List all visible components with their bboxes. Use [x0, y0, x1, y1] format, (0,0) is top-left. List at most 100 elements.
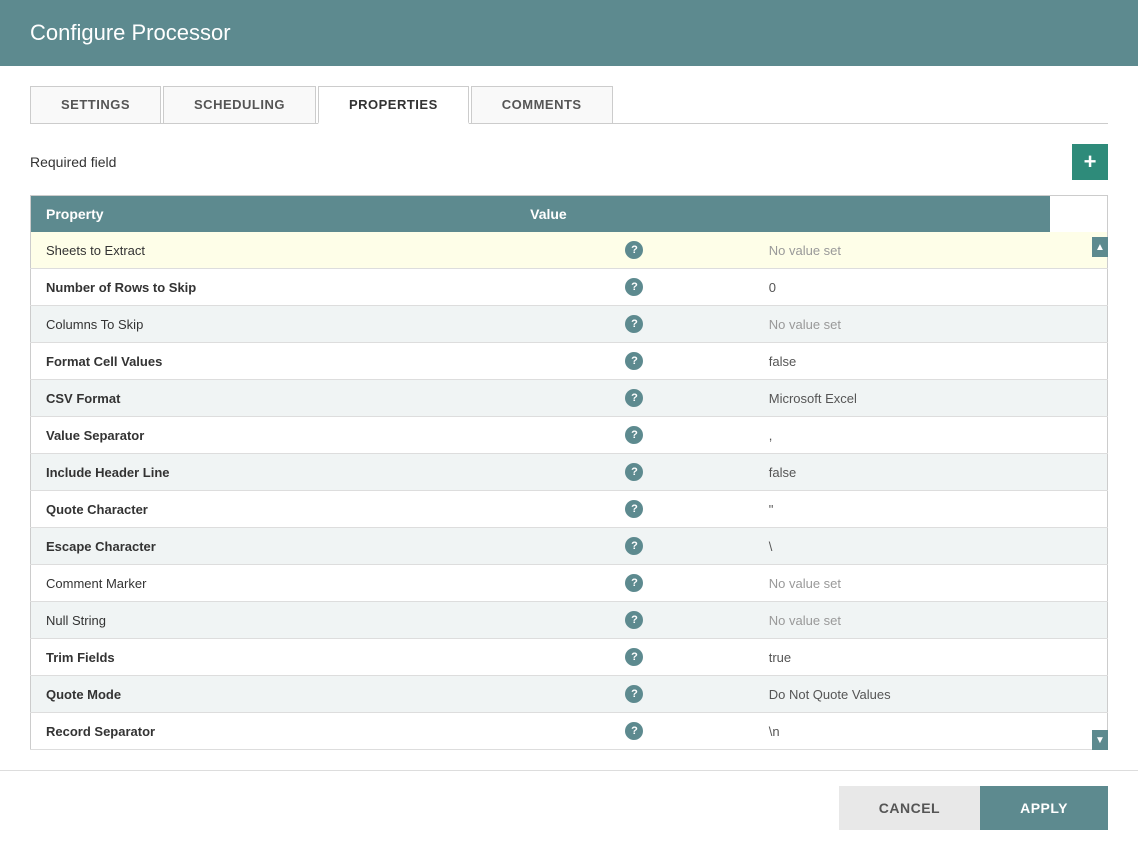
help-icon[interactable]: ? — [625, 426, 643, 444]
scroll-col — [1050, 343, 1107, 380]
property-value-cell: No value set — [754, 306, 1050, 343]
help-icon-cell[interactable]: ? — [515, 380, 754, 417]
property-name-cell: Include Header Line — [31, 454, 516, 491]
help-icon[interactable]: ? — [625, 611, 643, 629]
property-name-cell: Value Separator — [31, 417, 516, 454]
property-value-cell: \n — [754, 713, 1050, 750]
help-icon[interactable]: ? — [625, 463, 643, 481]
main-content: SETTINGS SCHEDULING PROPERTIES COMMENTS … — [0, 66, 1138, 770]
dialog-header: Configure Processor — [0, 0, 1138, 66]
table-row[interactable]: Format Cell Values? false — [31, 343, 1108, 380]
property-value-cell: 0 — [754, 269, 1050, 306]
scroll-col — [1050, 306, 1107, 343]
help-icon-cell[interactable]: ? — [515, 639, 754, 676]
tab-bar: SETTINGS SCHEDULING PROPERTIES COMMENTS — [30, 86, 1108, 124]
table-row[interactable]: Sheets to Extract?No value set — [31, 232, 1108, 269]
help-icon-cell[interactable]: ? — [515, 343, 754, 380]
help-icon-cell[interactable]: ? — [515, 676, 754, 713]
scroll-up-button[interactable]: ▲ — [1092, 237, 1108, 257]
help-icon[interactable]: ? — [625, 722, 643, 740]
help-icon-cell[interactable]: ? — [515, 565, 754, 602]
scroll-col — [1050, 639, 1107, 676]
table-row[interactable]: Escape Character? \ — [31, 528, 1108, 565]
scroll-col — [1050, 565, 1107, 602]
property-name-cell: Trim Fields — [31, 639, 516, 676]
help-icon-cell[interactable]: ? — [515, 269, 754, 306]
help-icon-cell[interactable]: ? — [515, 491, 754, 528]
property-name-cell: Quote Mode — [31, 676, 516, 713]
property-value-cell: false — [754, 343, 1050, 380]
property-name-cell: Record Separator — [31, 713, 516, 750]
property-name-cell: CSV Format — [31, 380, 516, 417]
scroll-col — [1050, 528, 1107, 565]
add-property-button[interactable]: + — [1072, 144, 1108, 180]
help-icon[interactable]: ? — [625, 389, 643, 407]
dialog-footer: CANCEL APPLY — [0, 770, 1138, 845]
cancel-button[interactable]: CANCEL — [839, 786, 980, 830]
scroll-down-button[interactable]: ▼ — [1092, 730, 1108, 750]
column-scroll — [754, 196, 1050, 233]
help-icon-cell[interactable]: ? — [515, 417, 754, 454]
table-row[interactable]: Null String? No value set — [31, 602, 1108, 639]
property-name-cell: Escape Character — [31, 528, 516, 565]
property-value-cell: Do Not Quote Values — [754, 676, 1050, 713]
table-row[interactable]: Record Separator? \n — [31, 713, 1108, 750]
help-icon-cell[interactable]: ? — [515, 528, 754, 565]
column-value: Value — [515, 196, 754, 233]
scroll-col — [1050, 269, 1107, 306]
table-row[interactable]: Include Header Line? false — [31, 454, 1108, 491]
scroll-col — [1050, 491, 1107, 528]
help-icon-cell[interactable]: ? — [515, 306, 754, 343]
tab-comments[interactable]: COMMENTS — [471, 86, 613, 123]
tab-properties[interactable]: PROPERTIES — [318, 86, 469, 124]
property-value-cell: No value set — [754, 565, 1050, 602]
property-name-cell: Null String — [31, 602, 516, 639]
help-icon[interactable]: ? — [625, 685, 643, 703]
help-icon[interactable]: ? — [625, 315, 643, 333]
help-icon-cell[interactable]: ? — [515, 713, 754, 750]
properties-table: Property Value Sheets to Extract?No valu… — [30, 195, 1108, 750]
table-row[interactable]: Quote Character? " — [31, 491, 1108, 528]
scroll-col — [1050, 602, 1107, 639]
scroll-col — [1050, 380, 1107, 417]
property-name-cell: Quote Character — [31, 491, 516, 528]
property-value-cell: No value set — [754, 602, 1050, 639]
help-icon[interactable]: ? — [625, 278, 643, 296]
properties-table-wrapper: Property Value Sheets to Extract?No valu… — [30, 195, 1108, 750]
tab-scheduling[interactable]: SCHEDULING — [163, 86, 316, 123]
tab-settings[interactable]: SETTINGS — [30, 86, 161, 123]
table-row[interactable]: Value Separator?, — [31, 417, 1108, 454]
help-icon-cell[interactable]: ? — [515, 232, 754, 269]
help-icon[interactable]: ? — [625, 648, 643, 666]
apply-button[interactable]: APPLY — [980, 786, 1108, 830]
help-icon[interactable]: ? — [625, 241, 643, 259]
table-header-row: Property Value — [31, 196, 1108, 233]
help-icon-cell[interactable]: ? — [515, 454, 754, 491]
scroll-col — [1050, 417, 1107, 454]
help-icon[interactable]: ? — [625, 574, 643, 592]
help-icon[interactable]: ? — [625, 352, 643, 370]
help-icon[interactable]: ? — [625, 537, 643, 555]
property-name-cell: Number of Rows to Skip — [31, 269, 516, 306]
scroll-col — [1050, 454, 1107, 491]
table-row[interactable]: CSV Format?Microsoft Excel — [31, 380, 1108, 417]
table-row[interactable]: Columns To Skip?No value set — [31, 306, 1108, 343]
scroll-col — [1050, 676, 1107, 713]
help-icon-cell[interactable]: ? — [515, 602, 754, 639]
property-value-cell: true — [754, 639, 1050, 676]
property-name-cell: Format Cell Values — [31, 343, 516, 380]
property-value-cell: \ — [754, 528, 1050, 565]
table-row[interactable]: Comment Marker? No value set — [31, 565, 1108, 602]
property-value-cell: " — [754, 491, 1050, 528]
table-row[interactable]: Number of Rows to Skip? 0 — [31, 269, 1108, 306]
table-row[interactable]: Trim Fields? true — [31, 639, 1108, 676]
required-field-label: Required field — [30, 154, 116, 170]
required-field-row: Required field + — [30, 144, 1108, 180]
table-row[interactable]: Quote Mode? Do Not Quote Values — [31, 676, 1108, 713]
property-name-cell: Comment Marker — [31, 565, 516, 602]
column-property: Property — [31, 196, 516, 233]
help-icon[interactable]: ? — [625, 500, 643, 518]
property-value-cell: , — [754, 417, 1050, 454]
property-name-cell: Sheets to Extract — [31, 232, 516, 269]
property-value-cell: false — [754, 454, 1050, 491]
